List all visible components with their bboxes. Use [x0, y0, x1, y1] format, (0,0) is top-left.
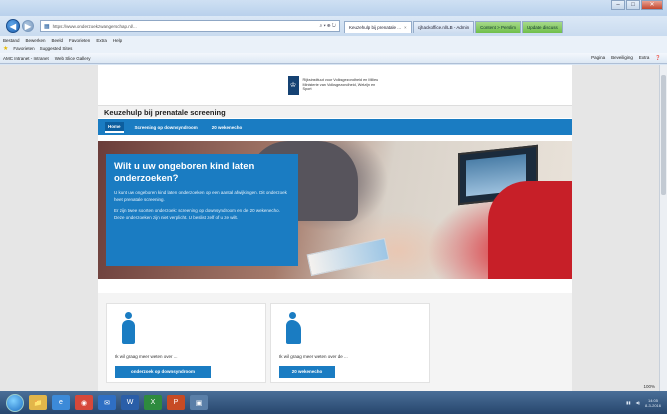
command-buttons: Pagina Beveiliging Extra ❓: [585, 55, 661, 61]
menu-item[interactable]: Bestand: [3, 38, 20, 43]
hero-paragraph-1: U kunt uw ongeboren kind laten onderzoek…: [114, 190, 287, 202]
pregnant-woman-icon: [285, 312, 301, 346]
browser-tab-label: Update discuss: [527, 25, 558, 30]
site-title: Keuzehulp bij prenatale screening: [98, 105, 572, 118]
person-icon-head: [125, 312, 132, 319]
page-viewport: ♔ Rijksinstituut voor Volksgezondheid en…: [0, 65, 659, 391]
close-tab-icon[interactable]: ×: [404, 25, 407, 30]
person-icon-body: [122, 320, 135, 344]
zoom-value: 100%: [643, 384, 655, 389]
volume-icon[interactable]: ◀): [636, 400, 640, 405]
suggested-sites-link[interactable]: Suggested Sites: [40, 46, 73, 51]
site-nav-link[interactable]: 20 wekenecho: [209, 123, 246, 132]
browser-tabs: Keuzehulp bij prenatale ... × cjhackoffice…: [344, 19, 564, 33]
browser-tab[interactable]: Keuzehulp bij prenatale ... ×: [344, 21, 412, 33]
site-navigation: Home Screening op downsyndroom 20 wekenech…: [98, 119, 572, 135]
address-bar[interactable]: ▦ https://www.onderzoekzwangerschap.nl/.…: [40, 20, 340, 32]
taskbar-app-icon[interactable]: e: [52, 395, 70, 410]
scrollbar-thumb[interactable]: [661, 75, 666, 195]
start-button[interactable]: [6, 393, 24, 412]
command-button[interactable]: Beveiliging: [611, 55, 633, 61]
taskbar-app-icon[interactable]: W: [121, 395, 139, 410]
window-controls: – □ ✕: [610, 0, 663, 10]
address-url: https://www.onderzoekzwangerschap.nl/...: [52, 23, 137, 29]
forward-button[interactable]: ▶: [22, 20, 34, 32]
vertical-scrollbar[interactable]: [659, 65, 667, 391]
favorite-link-amc[interactable]: AMC Intranet - Intranet: [3, 56, 49, 61]
menu-item[interactable]: Extra: [96, 38, 107, 43]
web-page: ♔ Rijksinstituut voor Volksgezondheid en…: [98, 65, 572, 391]
maximize-button[interactable]: □: [626, 0, 640, 10]
card-20-wekenecho: Ik wil graag meer weten over de ... 20 w…: [270, 303, 430, 383]
rijksoverheid-logo[interactable]: ♔ Rijksinstituut voor Volksgezondheid en…: [287, 75, 383, 95]
menu-item[interactable]: Beeld: [52, 38, 64, 43]
hero-paragraph-2: Er zijn twee soorten onderzoek: screenin…: [114, 208, 280, 220]
window-titlebar: – □ ✕: [0, 0, 667, 16]
favorites-button[interactable]: Favorieten: [13, 46, 34, 51]
hero-text-card: Wilt u uw ongeboren kind laten onderzoek…: [106, 154, 298, 266]
hero-photo-leaflet: [306, 237, 390, 277]
system-tray: ▮▮ ◀) 14:05 8-3-2016: [621, 398, 661, 408]
windows-taskbar: 📁 e ◉ ✉ W X P ▣ ▮▮ ◀) 14:05 8-3-2016: [0, 391, 667, 414]
command-bar: AMC Intranet - Intranet Web Slice Galler…: [0, 53, 667, 64]
zoom-level[interactable]: 100%: [643, 384, 655, 389]
card-label: Ik wil graag meer weten over ...: [115, 354, 178, 359]
command-button[interactable]: ❓: [655, 55, 661, 61]
taskbar-apps: 📁 e ◉ ✉ W X P ▣: [24, 395, 208, 410]
downsyndroom-button[interactable]: onderzoek op downsyndroom: [115, 366, 211, 378]
pregnant-icon-body: [286, 320, 301, 344]
page-icon: ▦: [44, 23, 50, 30]
menu-item[interactable]: Bewerken: [26, 38, 46, 43]
hero-heading: Wilt u uw ongeboren kind laten onderzoek…: [114, 161, 255, 184]
browser-tab[interactable]: Content > Perslim: [475, 21, 522, 33]
menu-bar: Bestand Bewerken Beeld Favorieten Extra Help: [0, 36, 667, 44]
pregnant-icon-head: [289, 312, 296, 319]
hero-photo-red-sleeve: [488, 181, 572, 279]
back-button[interactable]: ◀: [6, 19, 20, 33]
taskbar-app-icon[interactable]: ◉: [75, 395, 93, 410]
taskbar-app-icon[interactable]: X: [144, 395, 162, 410]
minimize-button[interactable]: –: [611, 0, 625, 10]
network-icon[interactable]: ▮▮: [626, 400, 630, 405]
crown-icon: ♔: [287, 75, 299, 95]
taskbar-app-icon[interactable]: ✉: [98, 395, 116, 410]
browser-tab[interactable]: cjhackoffice.nl/LB - Admin: [412, 21, 475, 33]
card-label: Ik wil graag meer weten over de ...: [279, 354, 348, 359]
favorites-bar: ★ Favorieten Suggested Sites: [0, 44, 667, 53]
20-wekenecho-button[interactable]: 20 wekenecho: [279, 366, 335, 378]
clock[interactable]: 14:05 8-3-2016: [645, 398, 661, 408]
browser-tab-label: cjhackoffice.nl/LB - Admin: [417, 25, 470, 30]
menu-item[interactable]: Help: [113, 38, 122, 43]
choice-cards-section: Ik wil graag meer weten over ... onderzo…: [98, 293, 572, 391]
person-icon: [121, 312, 137, 346]
site-nav-link[interactable]: Screening op downsyndroom: [132, 123, 201, 132]
clock-date: 8-3-2016: [644, 402, 661, 408]
site-nav-link[interactable]: Home: [105, 121, 124, 133]
card-downsyndroom: Ik wil graag meer weten over ... onderzo…: [106, 303, 266, 383]
favorite-link-webslice[interactable]: Web Slice Gallery: [55, 56, 91, 61]
favorites-star-icon[interactable]: ★: [3, 45, 8, 52]
browser-navigation-bar: ◀ ▶ ▦ https://www.onderzoekzwangerschap.…: [0, 16, 667, 36]
arrow-right-icon: ▶: [24, 21, 32, 31]
browser-tab-label: Keuzehulp bij prenatale ...: [349, 25, 402, 30]
command-button[interactable]: Pagina: [591, 55, 605, 61]
taskbar-app-icon[interactable]: ▣: [190, 395, 208, 410]
browser-tab-label: Content > Perslim: [480, 25, 517, 30]
government-header: ♔ Rijksinstituut voor Volksgezondheid en…: [98, 65, 572, 105]
command-button[interactable]: Extra: [639, 55, 650, 61]
close-window-button[interactable]: ✕: [641, 0, 663, 10]
arrow-left-icon: ◀: [9, 21, 17, 31]
government-logo-text: Rijksinstituut voor Volksgezondheid en M…: [302, 78, 379, 92]
taskbar-app-icon[interactable]: 📁: [29, 395, 47, 410]
hero-banner: Wilt u uw ongeboren kind laten onderzoek…: [98, 141, 572, 279]
browser-tab[interactable]: Update discuss: [522, 21, 563, 33]
menu-item[interactable]: Favorieten: [69, 38, 90, 43]
taskbar-app-icon[interactable]: P: [167, 395, 185, 410]
address-tools[interactable]: ⌕ ▾ ⊕ ↻: [319, 23, 336, 29]
